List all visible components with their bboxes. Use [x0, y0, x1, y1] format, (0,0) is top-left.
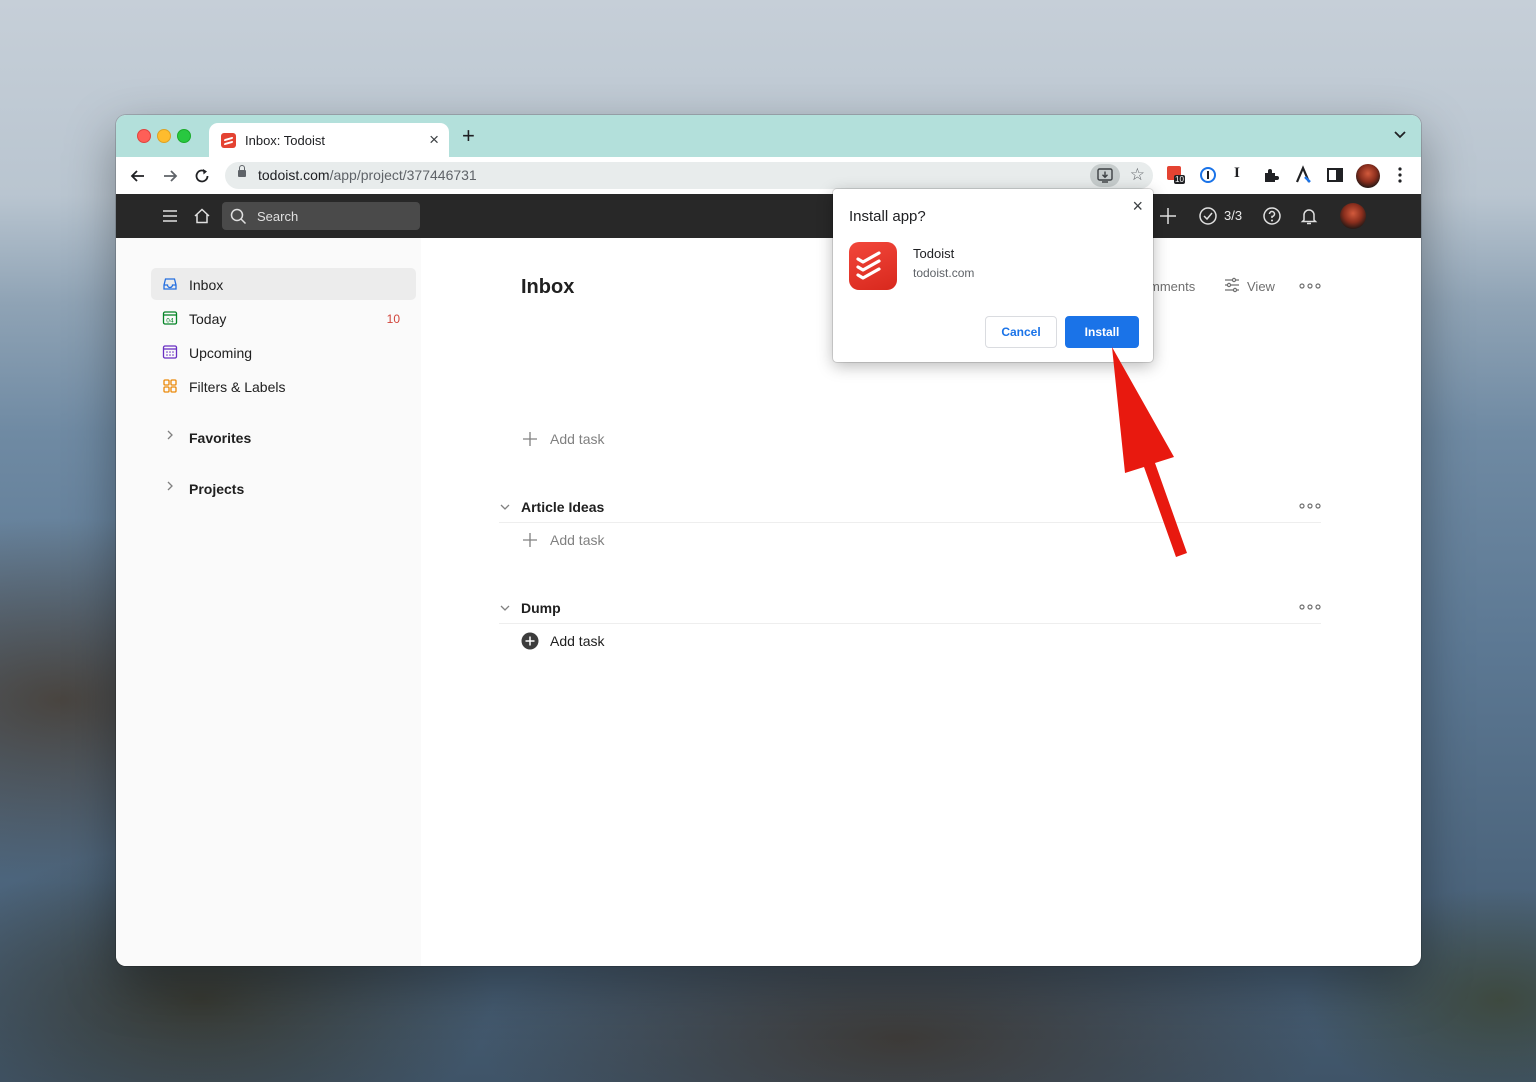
tab-title: Inbox: Todoist: [245, 133, 325, 148]
url-text: todoist.com/app/project/377446731: [258, 167, 477, 183]
install-app-button[interactable]: [1090, 164, 1120, 187]
cancel-button[interactable]: Cancel: [985, 316, 1057, 348]
quick-add-plus-icon[interactable]: [1158, 206, 1178, 226]
inbox-icon: [163, 278, 177, 290]
close-window-button[interactable]: [137, 129, 151, 143]
dialog-close-icon[interactable]: ×: [1132, 196, 1143, 217]
filters-grid-icon: [163, 379, 177, 393]
minimize-window-button[interactable]: [157, 129, 171, 143]
add-task-label: Add task: [550, 431, 605, 447]
svg-text:04: 04: [166, 318, 174, 325]
sidebar-item-label: Today: [189, 311, 227, 327]
sidebar-item-label: Filters & Labels: [189, 379, 286, 395]
bookmark-star-icon[interactable]: ☆: [1130, 165, 1145, 185]
dialog-title: Install app?: [849, 208, 926, 225]
page-title: Inbox: [521, 276, 575, 298]
address-bar[interactable]: todoist.com/app/project/377446731 ☆: [225, 162, 1153, 189]
view-label: View: [1247, 279, 1275, 294]
add-task-button-hover[interactable]: Add task: [521, 630, 821, 654]
todoist-top-bar: Search 3/3: [116, 194, 1421, 238]
calendar-upcoming-icon: [162, 345, 178, 359]
sidebar-item-filters-labels[interactable]: Filters & Labels: [151, 370, 416, 402]
add-task-label: Add task: [550, 532, 605, 548]
new-tab-button[interactable]: +: [462, 125, 475, 147]
more-options-icon[interactable]: [1299, 282, 1321, 290]
sidebar-item-inbox[interactable]: Inbox: [151, 268, 416, 300]
todoist-favicon-icon: [221, 133, 236, 148]
tab-search-chevron-icon[interactable]: [1393, 127, 1407, 141]
sidebar-item-label: Inbox: [189, 277, 224, 293]
profile-avatar[interactable]: [1356, 164, 1380, 188]
extensions-puzzle-icon[interactable]: [1261, 165, 1281, 185]
tab-bar: Inbox: Todoist × +: [116, 115, 1421, 157]
view-sliders-icon: [1225, 277, 1239, 293]
home-icon[interactable]: [192, 206, 212, 226]
plus-icon: [523, 533, 537, 547]
reader-extension-icon[interactable]: [1293, 165, 1313, 185]
notifications-bell-icon[interactable]: [1299, 206, 1319, 226]
lock-icon[interactable]: [238, 165, 246, 177]
zoom-window-button[interactable]: [177, 129, 191, 143]
forward-arrow-icon[interactable]: [160, 166, 180, 186]
section-title: Dump: [521, 600, 561, 616]
search-icon: [230, 208, 247, 225]
section-title: Article Ideas: [521, 499, 605, 515]
extension-badge: 10: [1174, 175, 1185, 184]
browser-toolbar: todoist.com/app/project/377446731 ☆ 10 I: [116, 157, 1421, 194]
sidebar-group-label: Projects: [189, 481, 245, 497]
today-count-badge: 10: [386, 312, 400, 326]
install-icon: [1097, 168, 1113, 183]
menu-hamburger-icon[interactable]: [160, 206, 180, 226]
chevron-right-icon[interactable]: [165, 480, 175, 492]
todoist-extension-icon[interactable]: 10: [1166, 165, 1186, 185]
tab-close-icon[interactable]: ×: [429, 130, 439, 150]
browser-window: Inbox: Todoist × + todoist.com/app/proje…: [116, 115, 1421, 966]
sidebar-group-favorites[interactable]: Favorites: [151, 421, 416, 451]
back-arrow-icon[interactable]: [128, 166, 148, 186]
tab-inbox-todoist[interactable]: Inbox: Todoist ×: [209, 123, 449, 157]
chevron-right-icon[interactable]: [165, 429, 175, 441]
add-task-button[interactable]: Add task: [521, 428, 821, 452]
browser-menu-icon[interactable]: [1390, 165, 1410, 185]
chevron-down-icon[interactable]: [499, 603, 511, 613]
plus-icon: [523, 432, 537, 446]
app-domain: todoist.com: [913, 266, 975, 280]
side-panel-icon[interactable]: [1325, 165, 1345, 185]
sidebar-group-projects[interactable]: Projects: [151, 472, 416, 502]
todoist-app-icon: [849, 242, 897, 290]
install-button[interactable]: Install: [1065, 316, 1139, 348]
instapaper-extension-icon[interactable]: I: [1234, 165, 1254, 185]
sidebar-item-today[interactable]: 04 Today 10: [151, 302, 416, 334]
reload-icon[interactable]: [192, 166, 212, 186]
search-placeholder: Search: [257, 209, 299, 224]
sidebar: Inbox 04 Today 10 Upcoming Filters & Lab…: [116, 238, 421, 966]
sidebar-item-label: Upcoming: [189, 345, 253, 361]
calendar-today-icon: 04: [162, 311, 178, 325]
add-task-label: Add task: [550, 633, 605, 649]
app-name: Todoist: [913, 246, 955, 261]
section-more-icon[interactable]: [1299, 502, 1321, 510]
sidebar-group-label: Favorites: [189, 430, 252, 446]
onepassword-extension-icon[interactable]: [1198, 165, 1218, 185]
search-input[interactable]: Search: [222, 202, 420, 230]
install-app-dialog: Install app? × Todoist todoist.com Cance…: [833, 189, 1153, 362]
comments-button[interactable]: mments: [1149, 279, 1195, 294]
chevron-down-icon[interactable]: [499, 502, 511, 512]
user-avatar[interactable]: [1340, 203, 1366, 229]
karma-counter[interactable]: 3/3: [1224, 208, 1242, 223]
sidebar-item-upcoming[interactable]: Upcoming: [151, 336, 416, 368]
productivity-check-icon[interactable]: [1198, 206, 1218, 226]
section-dump: Dump: [499, 593, 1321, 624]
annotation-arrow-icon: [1112, 347, 1187, 557]
section-more-icon[interactable]: [1299, 603, 1321, 611]
help-icon[interactable]: [1262, 206, 1282, 226]
add-task-button[interactable]: Add task: [521, 529, 821, 553]
plus-circle-icon: [521, 632, 539, 650]
